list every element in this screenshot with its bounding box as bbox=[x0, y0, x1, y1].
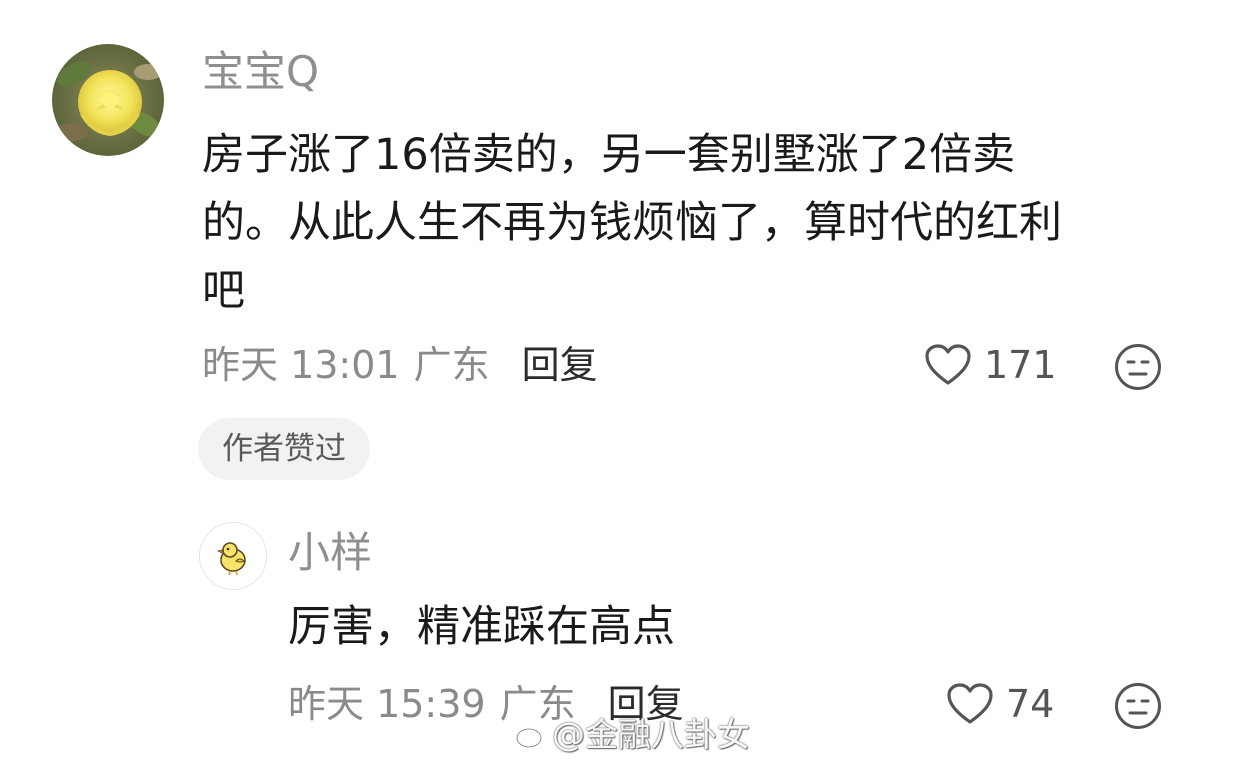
username[interactable]: 小样 bbox=[288, 527, 372, 579]
comment-meta: 昨天 13:01 广东 回复 bbox=[202, 341, 598, 389]
comment-time: 昨天 15:39 bbox=[288, 682, 486, 726]
watermark: @金融八卦女 bbox=[514, 712, 750, 758]
comment-location: 广东 bbox=[413, 343, 490, 387]
yellow-rose-avatar-icon bbox=[52, 44, 164, 156]
weibo-logo-icon bbox=[515, 723, 547, 749]
like-button[interactable]: 171 bbox=[924, 341, 1057, 389]
comment-line: 的。从此人生不再为钱烦恼了，算时代的红利 bbox=[202, 198, 1062, 248]
comment-line: 吧 bbox=[202, 266, 245, 316]
watermark-text: @金融八卦女 bbox=[552, 715, 750, 754]
like-count: 74 bbox=[1006, 682, 1055, 726]
comment-line: 厉害，精准踩在高点 bbox=[288, 602, 675, 652]
username[interactable]: 宝宝Q bbox=[202, 46, 319, 98]
neutral-face-icon bbox=[1115, 683, 1161, 729]
comment-time: 昨天 13:01 bbox=[202, 343, 400, 387]
comment-body: 房子涨了16倍卖的，另一套别墅涨了2倍卖 的。从此人生不再为钱烦恼了，算时代的红… bbox=[202, 121, 1062, 325]
reply-button[interactable]: 回复 bbox=[522, 341, 598, 389]
user-avatar[interactable] bbox=[199, 522, 267, 590]
like-button[interactable]: 74 bbox=[946, 680, 1054, 728]
neutral-face-icon bbox=[1115, 344, 1161, 390]
comment-thread: 宝宝Q 房子涨了16倍卖的，另一套别墅涨了2倍卖 的。从此人生不再为钱烦恼了，算… bbox=[0, 0, 1239, 765]
chick-avatar-icon bbox=[200, 523, 266, 589]
author-liked-badge: 作者赞过 bbox=[198, 418, 370, 480]
reaction-button[interactable] bbox=[1113, 342, 1163, 392]
reaction-button[interactable] bbox=[1113, 681, 1163, 731]
user-avatar[interactable] bbox=[52, 44, 164, 156]
heart-icon bbox=[947, 683, 993, 724]
like-count: 171 bbox=[984, 343, 1057, 387]
heart-icon bbox=[925, 344, 971, 385]
comment-body: 厉害，精准踩在高点 bbox=[288, 593, 675, 661]
comment-line: 房子涨了16倍卖的，另一套别墅涨了2倍卖 bbox=[202, 130, 1016, 180]
